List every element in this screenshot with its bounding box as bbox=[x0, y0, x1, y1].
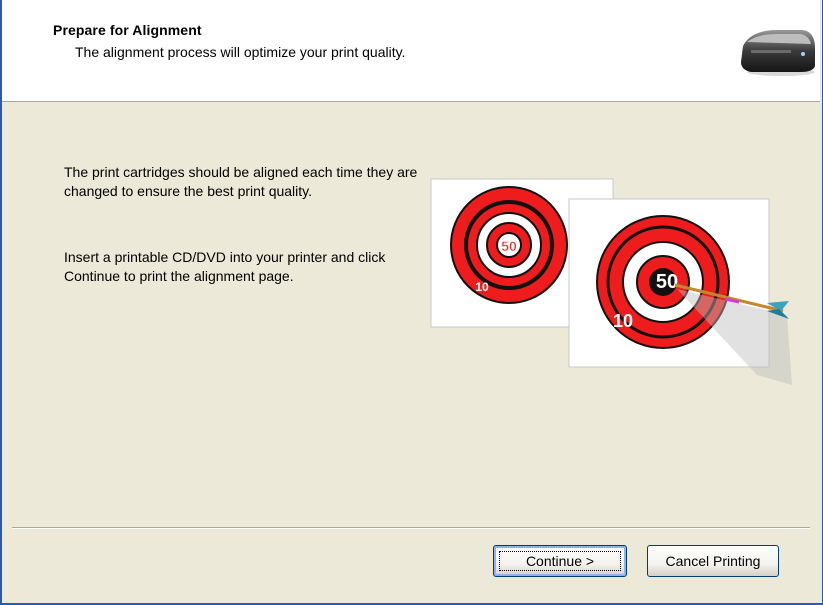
target-small-outer-label: 10 bbox=[475, 280, 489, 294]
continue-button[interactable]: Continue > bbox=[493, 545, 627, 577]
target-small-center-label: 50 bbox=[501, 238, 517, 254]
dialog-header: Prepare for Alignment The alignment proc… bbox=[2, 0, 820, 102]
cancel-printing-button-label: Cancel Printing bbox=[665, 553, 761, 569]
target-large-center-label: 50 bbox=[656, 271, 678, 293]
instruction-paragraph-1: The print cartridges should be aligned e… bbox=[64, 164, 418, 199]
instruction-paragraph-2: Insert a printable CD/DVD into your prin… bbox=[64, 249, 386, 284]
cancel-printing-button[interactable]: Cancel Printing bbox=[647, 545, 779, 577]
header-title: Prepare for Alignment bbox=[53, 22, 202, 38]
target-large-outer-label: 10 bbox=[613, 311, 633, 331]
target-card-large: 50 10 bbox=[568, 198, 792, 385]
target-small: 50 10 bbox=[450, 186, 568, 304]
header-subtitle: The alignment process will optimize your… bbox=[75, 44, 406, 60]
printer-icon bbox=[741, 30, 815, 76]
dialog-content: The print cartridges should be aligned e… bbox=[2, 102, 820, 527]
focus-ring bbox=[499, 551, 621, 571]
target-large: 50 10 bbox=[596, 215, 730, 349]
footer-separator bbox=[12, 527, 810, 529]
alignment-targets-illustration: 50 10 50 10 bbox=[430, 178, 792, 385]
